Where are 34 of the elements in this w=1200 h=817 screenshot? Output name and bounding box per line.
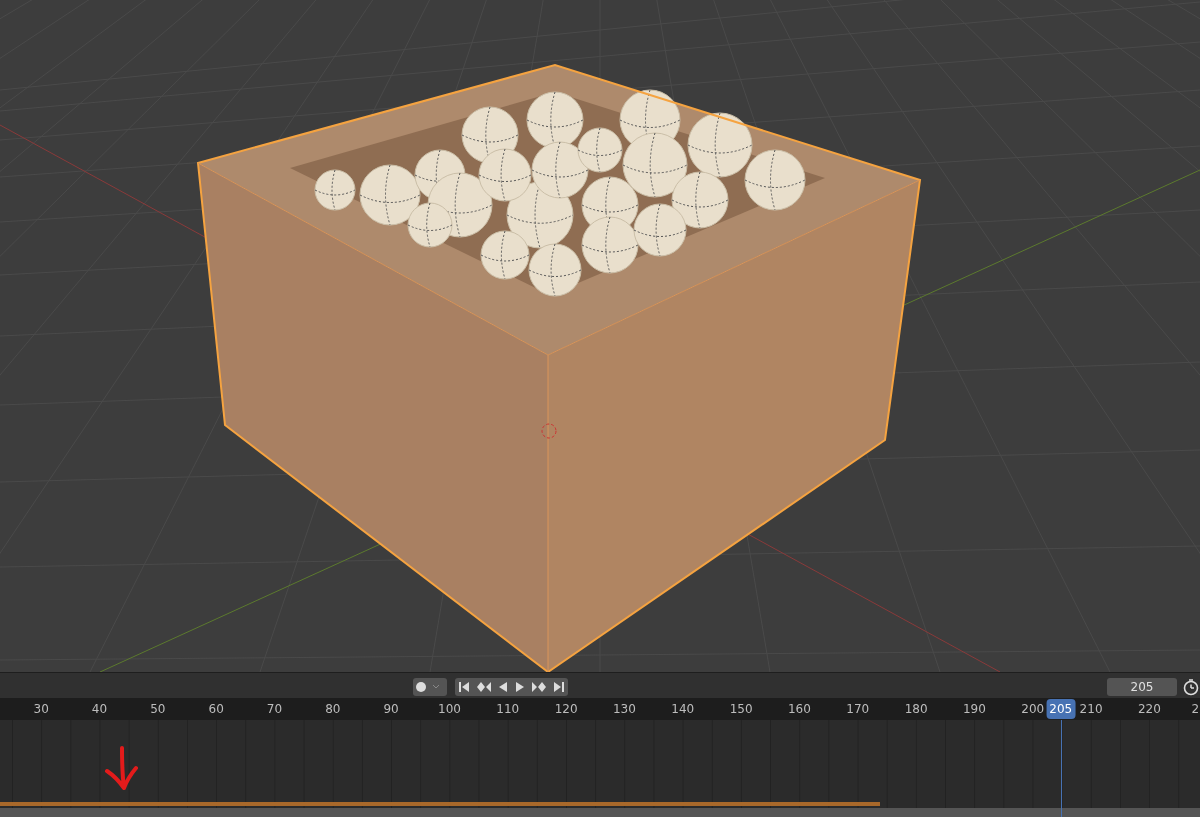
frame-number: 210 bbox=[1079, 702, 1103, 716]
frame-number: 2 bbox=[1191, 702, 1200, 716]
frame-number: 90 bbox=[383, 702, 399, 716]
stopwatch-icon[interactable] bbox=[1182, 678, 1200, 696]
frame-number: 130 bbox=[613, 702, 636, 716]
timeline-scrollbar[interactable] bbox=[0, 808, 1200, 817]
prev-keyframe-icon bbox=[476, 681, 493, 693]
frame-number: 100 bbox=[438, 702, 461, 716]
frame-number: 220 bbox=[1137, 702, 1161, 716]
frame-number: 150 bbox=[729, 702, 753, 716]
frame-number: 110 bbox=[496, 702, 520, 716]
frame-number: 160 bbox=[787, 702, 811, 716]
frame-number: 50 bbox=[150, 702, 166, 716]
frame-number: 140 bbox=[671, 702, 695, 716]
frame-number: 200 bbox=[1021, 702, 1045, 716]
frame-number: 40 bbox=[91, 702, 108, 716]
play-reverse-icon bbox=[498, 681, 509, 693]
jump-end-icon bbox=[552, 681, 565, 693]
frame-number: 190 bbox=[962, 702, 986, 716]
record-icon bbox=[415, 681, 427, 693]
playhead-line[interactable] bbox=[1060, 720, 1062, 817]
frame-number: 180 bbox=[904, 702, 928, 716]
frame-number: 120 bbox=[554, 702, 578, 716]
frame-number: 170 bbox=[846, 702, 870, 716]
frame-number: 60 bbox=[208, 702, 224, 716]
play-icon bbox=[514, 681, 525, 693]
playhead-frame-label[interactable]: 205 bbox=[1046, 699, 1076, 719]
frame-number: 80 bbox=[325, 702, 341, 716]
next-keyframe-icon bbox=[530, 681, 547, 693]
jump-start-icon bbox=[458, 681, 471, 693]
frame-number: 70 bbox=[266, 702, 283, 716]
frame-number: 30 bbox=[33, 702, 49, 716]
caret-icon bbox=[431, 683, 441, 691]
current-frame-field[interactable]: 205 bbox=[1107, 678, 1177, 696]
